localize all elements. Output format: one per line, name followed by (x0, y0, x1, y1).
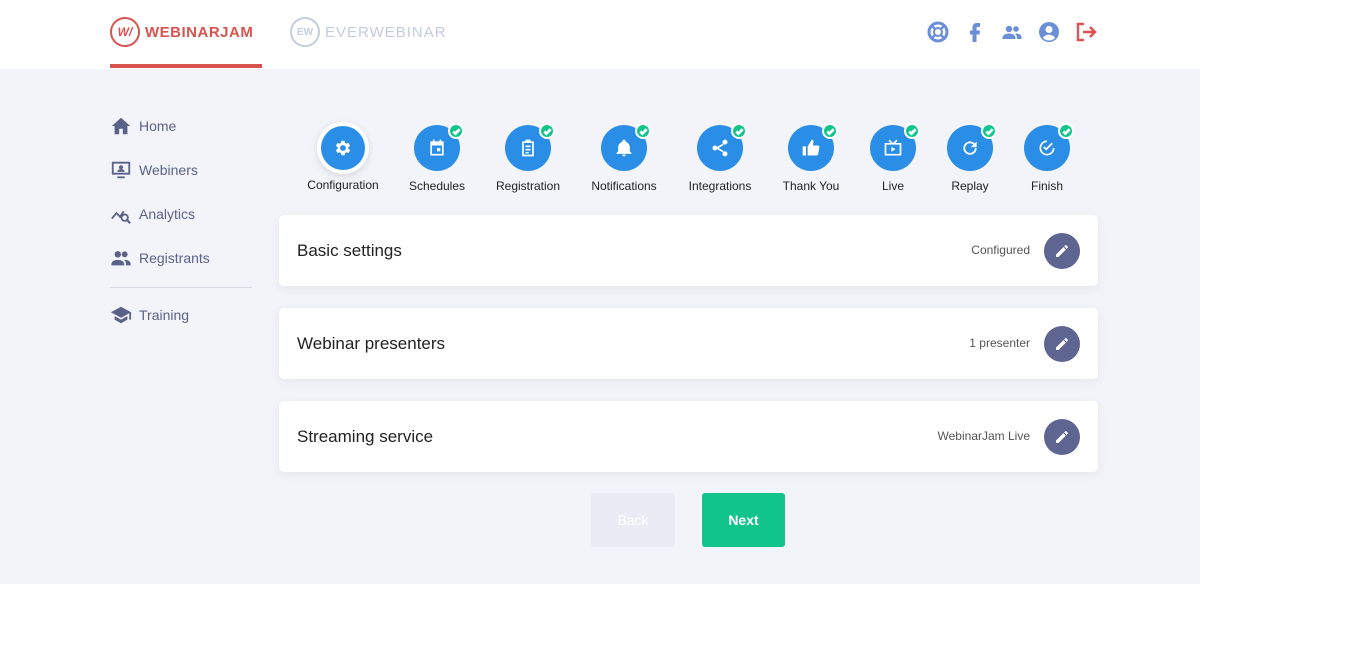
tv-icon (884, 139, 902, 156)
step-circle (788, 123, 838, 171)
sidebar: Home Webiners Analytics Registrants Trai… (110, 115, 252, 348)
card-status: 1 presenter (969, 336, 1030, 350)
sidebar-item-analytics[interactable]: Analytics (110, 203, 252, 225)
sidebar-item-training[interactable]: Training (110, 304, 252, 326)
step-finish[interactable]: Finish (1002, 123, 1092, 193)
step-integrations[interactable]: Integrations (675, 123, 765, 193)
calendar-icon (430, 139, 444, 156)
webinarjam-logo-mark: W/ (110, 17, 140, 47)
everwebinar-logo[interactable]: EW EVERWEBINAR (290, 14, 447, 50)
next-button[interactable]: Next (702, 493, 785, 547)
step-label: Schedules (408, 179, 466, 193)
step-circle (505, 123, 555, 171)
webinars-icon (111, 161, 131, 179)
top-header: W/ WEBINARJAM EW EVERWEBINAR (0, 0, 1200, 69)
card-title: Streaming service (297, 427, 434, 446)
card-basic-settings: Basic settings Configured (279, 215, 1098, 286)
edit-button[interactable] (1044, 326, 1080, 362)
wizard-steps: Configuration Schedules Registration Not… (298, 123, 1092, 195)
sidebar-item-label: Webiners (139, 162, 198, 178)
step-circle (697, 123, 747, 171)
step-label: Notifications (591, 179, 657, 193)
step-complete-check-icon (1058, 123, 1074, 139)
clipboard-icon (522, 139, 534, 157)
step-complete-check-icon (981, 123, 997, 139)
sidebar-item-label: Training (139, 307, 190, 323)
card-title: Basic settings (297, 241, 402, 260)
main-area: Home Webiners Analytics Registrants Trai… (0, 69, 1200, 584)
step-complete-check-icon (539, 123, 555, 139)
sidebar-item-registrants[interactable]: Registrants (110, 247, 252, 269)
registrants-icon (111, 251, 131, 266)
step-configuration[interactable]: Configuration (298, 125, 388, 192)
step-circle (601, 123, 651, 171)
step-circle (1024, 123, 1074, 171)
step-circle (321, 126, 365, 170)
home-icon (111, 117, 131, 135)
sidebar-item-label: Registrants (139, 250, 210, 266)
edit-button[interactable] (1044, 233, 1080, 269)
step-label: Registration (495, 179, 561, 193)
step-label: Integrations (688, 179, 752, 193)
bell-icon (616, 139, 632, 157)
logout-icon[interactable] (1073, 19, 1099, 45)
analytics-icon (111, 210, 131, 224)
card-status: WebinarJam Live (937, 429, 1030, 443)
card-title: Webinar presenters (297, 334, 446, 353)
community-icon[interactable] (999, 19, 1025, 45)
card-status: Configured (971, 243, 1030, 257)
step-label: Thank You (782, 179, 840, 193)
card-webinar-presenters: Webinar presenters 1 presenter (279, 308, 1098, 379)
webinarjam-logo[interactable]: W/ WEBINARJAM (110, 14, 253, 50)
sidebar-item-webinars[interactable]: Webiners (110, 159, 252, 181)
account-icon[interactable] (1036, 19, 1062, 45)
step-complete-check-icon (822, 123, 838, 139)
edit-button[interactable] (1044, 419, 1080, 455)
sidebar-divider (110, 287, 252, 288)
step-label: Configuration (307, 178, 379, 192)
replay-icon (963, 141, 977, 155)
step-circle (414, 123, 464, 171)
back-button[interactable]: Back (591, 493, 675, 547)
training-icon (110, 306, 132, 324)
pencil-icon (1056, 245, 1068, 257)
active-brand-underline (110, 64, 262, 68)
sidebar-item-label: Home (139, 118, 177, 134)
step-label: Finish (1030, 179, 1063, 193)
share-icon (712, 139, 728, 157)
pencil-icon (1056, 338, 1068, 350)
step-complete-check-icon (635, 123, 651, 139)
step-circle (947, 123, 997, 171)
header-icon-group (925, 19, 1110, 45)
facebook-icon[interactable] (962, 19, 988, 45)
everwebinar-logo-mark: EW (290, 17, 320, 47)
sidebar-item-home[interactable]: Home (110, 115, 252, 137)
step-circle (870, 123, 920, 171)
sidebar-item-label: Analytics (139, 206, 196, 222)
support-icon[interactable] (925, 19, 951, 45)
step-notifications[interactable]: Notifications (579, 123, 669, 193)
step-thank-you[interactable]: Thank You (766, 123, 856, 193)
step-complete-check-icon (904, 123, 920, 139)
step-schedules[interactable]: Schedules (392, 123, 482, 193)
gear-icon (335, 140, 351, 156)
step-complete-check-icon (448, 123, 464, 139)
pencil-icon (1056, 431, 1068, 443)
step-registration[interactable]: Registration (483, 123, 573, 193)
card-streaming-service: Streaming service WebinarJam Live (279, 401, 1098, 472)
step-complete-check-icon (731, 123, 747, 139)
thumbs-up-icon (802, 139, 820, 156)
everwebinar-brand-name: EVERWEBINAR (325, 23, 447, 41)
webinarjam-brand-name: WEBINARJAM (145, 23, 254, 41)
check-circle-icon (1039, 140, 1055, 156)
